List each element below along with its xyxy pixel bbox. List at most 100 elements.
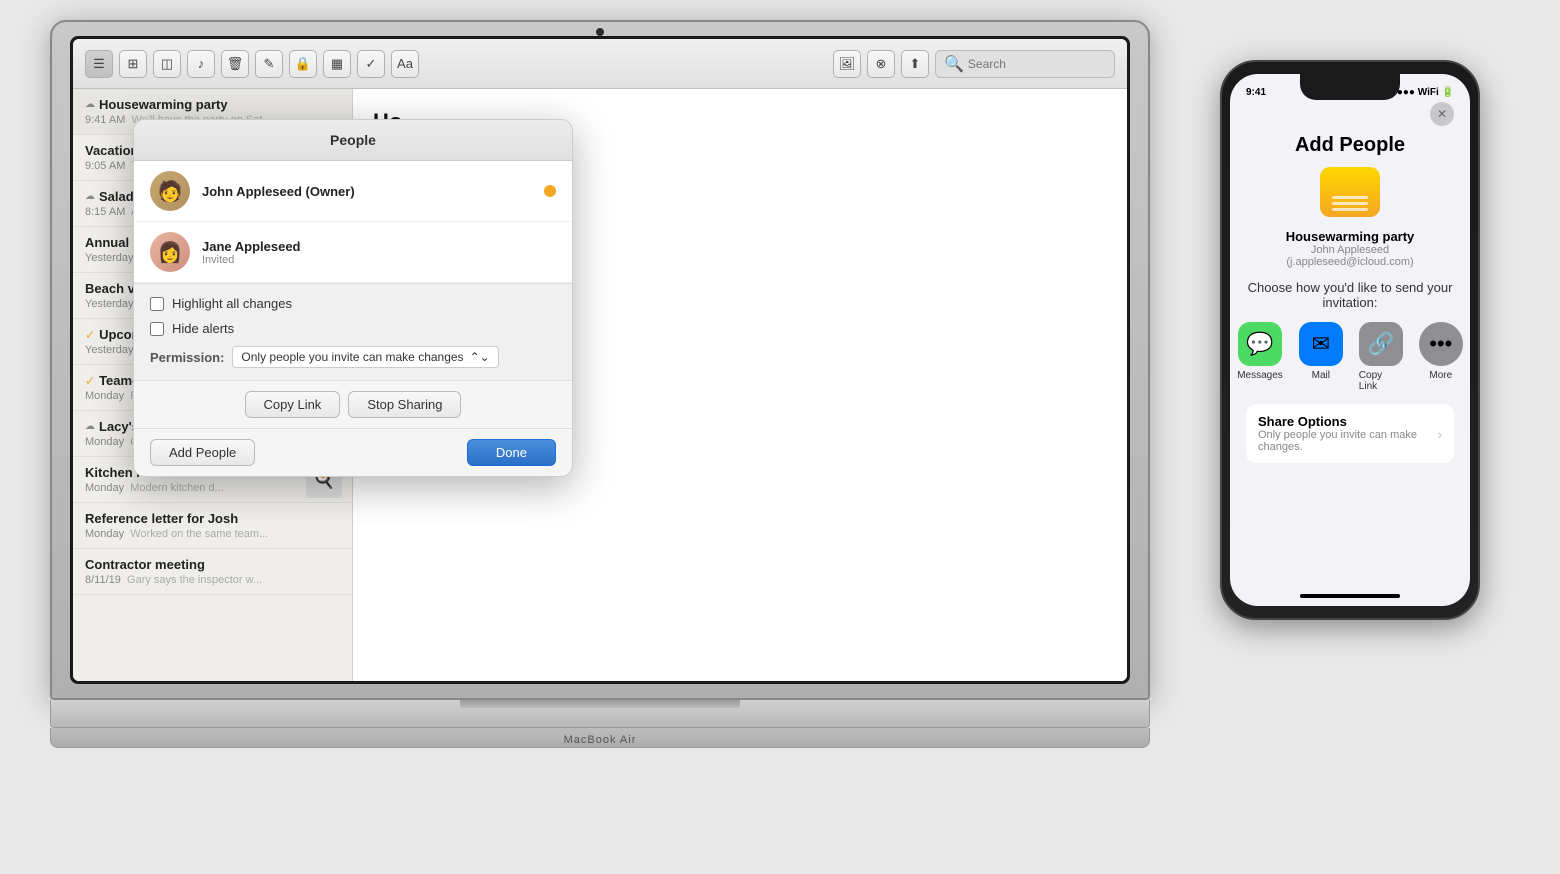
chevron-icon: ⌃⌄ (470, 350, 490, 364)
macbook-foot: MacBook Air (50, 728, 1150, 748)
more-label: More (1429, 370, 1452, 381)
share-item-copy[interactable]: 🔗 Copy Link (1359, 322, 1403, 392)
avatar-john: 🧑 (150, 171, 190, 211)
share-item-more[interactable]: ••• More (1419, 322, 1463, 392)
dialog-options: Highlight all changes Hide alerts Permis… (134, 284, 572, 381)
done-button[interactable]: Done (467, 439, 556, 466)
toolbar-compose-btn[interactable]: ✎ (255, 50, 283, 78)
note-title: Reference letter for Josh (85, 511, 238, 526)
notes-line (1332, 202, 1368, 205)
toolbar-export-btn[interactable]: ⬆ (901, 50, 929, 78)
toolbar-list-btn[interactable]: ☰ (85, 50, 113, 78)
person-status: Invited (202, 254, 556, 266)
toolbar-photo-btn[interactable]: 🖼 (833, 50, 861, 78)
messages-label: Messages (1237, 370, 1283, 381)
check-icon: ✓ (85, 328, 95, 342)
iphone-invite-text: Choose how you'd like to send your invit… (1246, 280, 1454, 310)
hide-alerts-row[interactable]: Hide alerts (150, 321, 556, 336)
macbook-label: MacBook Air (51, 728, 1149, 746)
notes-app: ☰ ⊞ ◫ ♪ 🗑 ✎ 🔒 ▦ ✓ Aa 🖼 ⊗ ⬆ (73, 39, 1127, 681)
share-options-title: Share Options (1258, 414, 1437, 429)
online-indicator (544, 185, 556, 197)
toolbar-table-btn[interactable]: ▦ (323, 50, 351, 78)
macbook-base (50, 700, 1150, 728)
notes-lines (1332, 196, 1368, 211)
share-options-left: Share Options Only people you invite can… (1258, 414, 1437, 453)
toolbar-attachments-btn[interactable]: ♪ (187, 50, 215, 78)
cloud-icon: ☁ (85, 421, 95, 432)
iphone-note-name: Housewarming party (1246, 229, 1454, 244)
add-people-button[interactable]: Add People (150, 439, 255, 466)
note-title: Contractor meeting (85, 557, 205, 572)
iphone-home-bar[interactable] (1300, 594, 1400, 598)
highlight-changes-row[interactable]: Highlight all changes (150, 296, 556, 311)
share-options-desc: Only people you invite can make changes. (1258, 429, 1437, 453)
iphone-share-icons: 💬 Messages ✉ Mail 🔗 Copy Link ••• More (1246, 322, 1454, 392)
iphone-close-button[interactable]: ✕ (1430, 102, 1454, 126)
camera (596, 28, 604, 36)
chevron-right-icon: › (1437, 426, 1442, 442)
screen-bezel: ☰ ⊞ ◫ ♪ 🗑 ✎ 🔒 ▦ ✓ Aa 🖼 ⊗ ⬆ (70, 36, 1130, 684)
iphone-content: ✕ Add People Housewarming party John App… (1230, 102, 1470, 479)
permission-value: Only people you invite can make changes (241, 350, 463, 364)
iphone-note-owner: John Appleseed (j.appleseed@icloud.com) (1246, 244, 1454, 268)
macbook-hinge (460, 700, 740, 708)
copy-link-icon: 🔗 (1359, 322, 1403, 366)
note-meta: Monday Worked on the same team... (85, 528, 340, 540)
iphone-close-row: ✕ (1246, 102, 1454, 126)
notes-line (1332, 208, 1368, 211)
notes-toolbar: ☰ ⊞ ◫ ♪ 🗑 ✎ 🔒 ▦ ✓ Aa 🖼 ⊗ ⬆ (73, 39, 1127, 89)
iphone-title: Add People (1246, 134, 1454, 157)
more-icon: ••• (1419, 322, 1463, 366)
stop-sharing-button[interactable]: Stop Sharing (348, 391, 461, 418)
mail-label: Mail (1312, 370, 1330, 381)
toolbar-check-btn[interactable]: ✓ (357, 50, 385, 78)
cloud-icon: ☁ (85, 99, 95, 110)
highlight-changes-checkbox[interactable] (150, 297, 164, 311)
person-item: 👩 Jane Appleseed Invited (134, 222, 572, 283)
iphone-time: 9:41 (1246, 87, 1266, 98)
person-name: Jane Appleseed (202, 239, 556, 254)
highlight-changes-label: Highlight all changes (172, 296, 292, 311)
toolbar-sidebar-btn[interactable]: ◫ (153, 50, 181, 78)
macbook-lid: ☰ ⊞ ◫ ♪ 🗑 ✎ 🔒 ▦ ✓ Aa 🖼 ⊗ ⬆ (50, 20, 1150, 700)
dialog-title: People (134, 120, 572, 161)
person-info: Jane Appleseed Invited (202, 239, 556, 266)
note-title: Housewarming party (99, 97, 228, 112)
mail-icon: ✉ (1299, 322, 1343, 366)
toolbar-share-btn[interactable]: ⊗ (867, 50, 895, 78)
search-input[interactable] (968, 57, 1098, 71)
people-list: 🧑 John Appleseed (Owner) 👩 (134, 161, 572, 284)
cloud-icon: ☁ (85, 191, 95, 202)
copy-link-label: Copy Link (1359, 370, 1403, 392)
iphone-share-options[interactable]: Share Options Only people you invite can… (1246, 404, 1454, 463)
toolbar-grid-btn[interactable]: ⊞ (119, 50, 147, 78)
note-meta: Monday Modern kitchen d... (85, 482, 340, 494)
copy-link-button[interactable]: Copy Link (245, 391, 341, 418)
toolbar-lock-btn[interactable]: 🔒 (289, 50, 317, 78)
people-dialog: People 🧑 John Appleseed (Owner) (133, 119, 573, 477)
person-item: 🧑 John Appleseed (Owner) (134, 161, 572, 222)
iphone-screen: 9:41 ●●● WiFi 🔋 ✕ Add People Housewarm (1230, 74, 1470, 606)
iphone-body: 9:41 ●●● WiFi 🔋 ✕ Add People Housewarm (1220, 60, 1480, 620)
permission-label: Permission: (150, 350, 224, 365)
search-icon: 🔍 (944, 54, 964, 74)
share-item-messages[interactable]: 💬 Messages (1237, 322, 1283, 392)
permission-selector[interactable]: Only people you invite can make changes … (232, 346, 498, 368)
search-box[interactable]: 🔍 (935, 50, 1115, 78)
toolbar-format-btn[interactable]: Aa (391, 50, 419, 78)
dialog-actions: Copy Link Stop Sharing (134, 381, 572, 429)
iphone-note-info: Housewarming party John Appleseed (j.app… (1246, 229, 1454, 268)
notes-app-icon (1320, 167, 1380, 217)
avatar-jane: 👩 (150, 232, 190, 272)
iphone-signal: ●●● WiFi 🔋 (1397, 87, 1454, 98)
toolbar-delete-btn[interactable]: 🗑 (221, 50, 249, 78)
list-item[interactable]: Contractor meeting 8/11/19 Gary says the… (73, 549, 352, 595)
share-item-mail[interactable]: ✉ Mail (1299, 322, 1343, 392)
hide-alerts-checkbox[interactable] (150, 322, 164, 336)
permission-row: Permission: Only people you invite can m… (150, 346, 556, 368)
notes-line (1332, 196, 1368, 199)
messages-icon: 💬 (1238, 322, 1282, 366)
list-item[interactable]: Reference letter for Josh Monday Worked … (73, 503, 352, 549)
screen: ☰ ⊞ ◫ ♪ 🗑 ✎ 🔒 ▦ ✓ Aa 🖼 ⊗ ⬆ (73, 39, 1127, 681)
